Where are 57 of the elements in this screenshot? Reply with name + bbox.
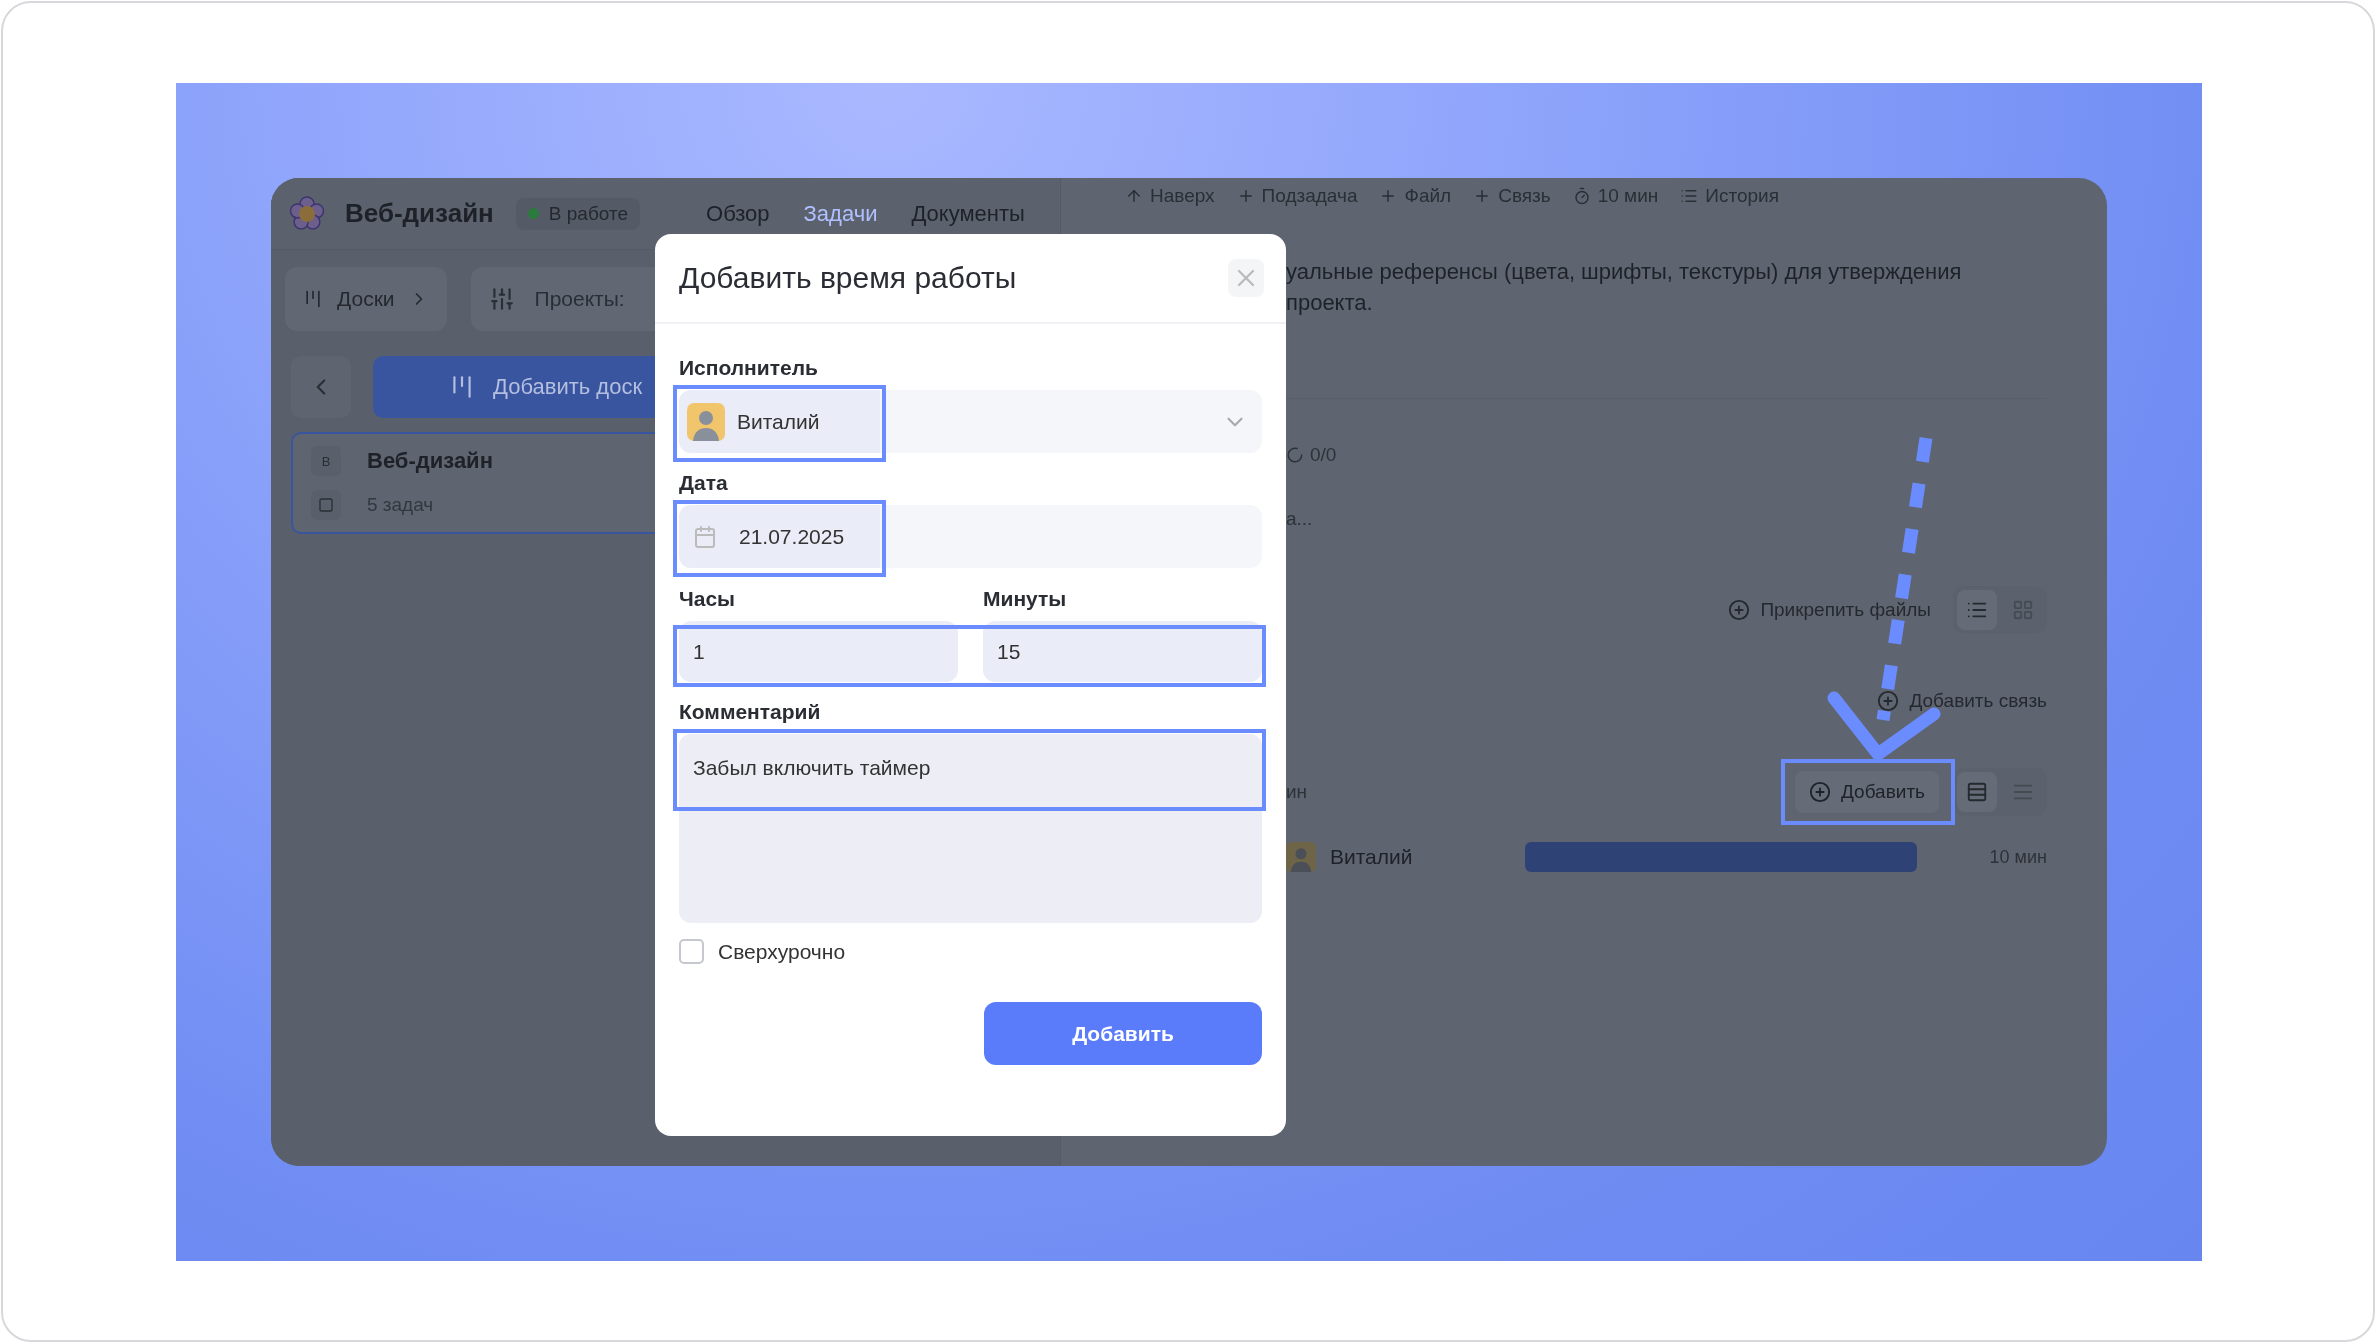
back-button[interactable]	[291, 356, 351, 418]
comment-field[interactable]: Забыл включить таймер	[679, 734, 1262, 923]
spinner-icon	[1286, 446, 1304, 464]
plus-circle-icon	[1877, 690, 1900, 712]
nav-tab[interactable]: Задачи	[803, 200, 878, 227]
timer-icon	[1572, 187, 1591, 205]
nav-tab[interactable]: Документы	[911, 200, 1025, 227]
projects-filter[interactable]: Проекты:	[534, 287, 625, 311]
checklist-count: 0/0	[1310, 444, 1337, 466]
status-badge: В работе	[515, 197, 640, 230]
flower-icon	[289, 195, 325, 232]
boards-button[interactable]: Доски	[285, 267, 447, 331]
truncated-text: а...	[1286, 508, 1314, 530]
toolbar-button[interactable]: Подзадача	[1236, 185, 1358, 207]
duration-text: 10 мин	[1989, 846, 2047, 868]
field-label: Комментарий	[679, 700, 822, 724]
description-text: уальные референсы (цвета, шрифты, текстуры) для утверждения	[1286, 258, 1963, 286]
add-time-button[interactable]: Добавить	[1795, 771, 1939, 813]
field-label: Исполнитель	[679, 356, 819, 380]
plus-circle-icon	[1728, 599, 1751, 621]
attach-files-button[interactable]: Прикрепить файлы	[1728, 599, 1931, 621]
view-toggle[interactable]	[1957, 590, 1997, 630]
minutes-input[interactable]: 15	[983, 621, 1262, 682]
assignee-select[interactable]: Виталий	[679, 390, 1262, 453]
nav-tab[interactable]: Обзор	[706, 200, 770, 227]
toolbar-button[interactable]: Наверх	[1125, 185, 1215, 207]
assignee-name: Виталий	[1330, 845, 1414, 869]
description-text: проекта.	[1286, 289, 1374, 317]
toolbar-button[interactable]: 10 мин	[1572, 185, 1659, 207]
grid-icon	[2012, 599, 2034, 621]
board-badge: В	[311, 446, 341, 476]
sliders-icon[interactable]	[488, 286, 515, 312]
dialog-title: Добавить время работы	[679, 261, 1017, 295]
close-button[interactable]	[1228, 259, 1264, 297]
rows-icon	[1966, 781, 1988, 803]
toolbar-button[interactable]: Связь	[1473, 185, 1551, 207]
date-field[interactable]: 21.07.2025	[679, 505, 1262, 568]
avatar-icon	[1286, 842, 1316, 872]
field-label: Дата	[679, 471, 729, 495]
square-icon	[318, 497, 334, 513]
plus-circle-icon	[1809, 781, 1831, 803]
board-name: Веб-дизайн	[367, 448, 494, 474]
field-label: Минуты	[983, 587, 1068, 611]
list-icon	[1680, 187, 1699, 205]
submit-button[interactable]: Добавить	[984, 1002, 1262, 1065]
toolbar-button[interactable]: Файл	[1379, 185, 1452, 207]
overtime-checkbox[interactable]: Сверхурочно	[679, 939, 1262, 964]
field-label: Часы	[679, 587, 737, 611]
hours-input[interactable]: 1	[679, 621, 958, 682]
calendar-icon	[693, 524, 717, 549]
add-link-button[interactable]: Добавить связь	[1877, 690, 2047, 712]
avatar-icon	[687, 402, 725, 441]
project-title: Веб-дизайн	[345, 198, 494, 229]
toolbar-button[interactable]: История	[1680, 185, 1779, 207]
board-icon	[303, 289, 323, 309]
section-label: ин	[1286, 781, 1308, 803]
view-toggle[interactable]	[1957, 772, 1997, 812]
